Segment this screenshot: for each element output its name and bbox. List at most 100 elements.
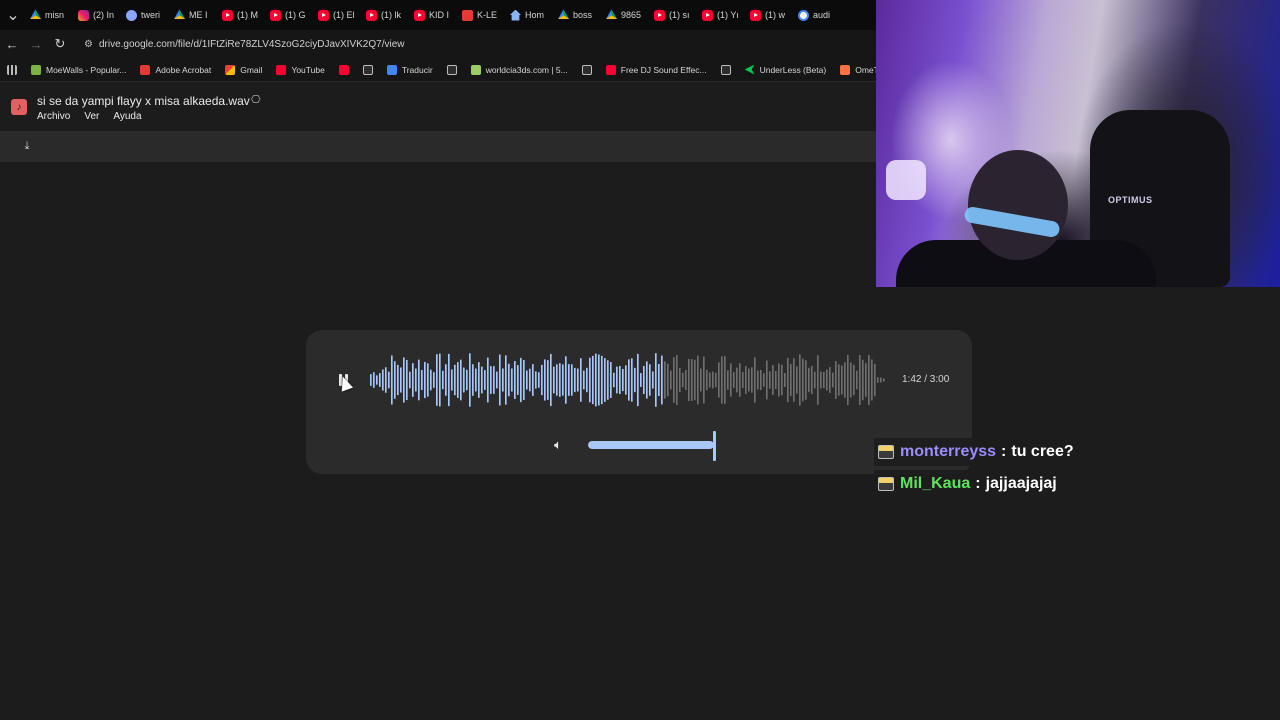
youtube-icon [276,64,287,75]
browser-tab[interactable]: misn [26,4,74,26]
bookmark-label: Adobe Acrobat [155,64,212,75]
waveform-bar [691,359,693,401]
waveform-bar [631,358,633,402]
browser-tab[interactable]: (1) w [746,4,794,26]
bookmark-label: YouTube [291,64,325,75]
browser-tab[interactable]: KID I [410,4,458,26]
waveform-bar [616,366,618,394]
waveform-bar [547,360,549,400]
bookmark-label: worldcia3ds.com | 5... [485,64,568,75]
audio-player: 1:42 / 3:00 🔈︎ [306,330,972,474]
tab-search-chevron-icon[interactable]: ⌄ [0,0,26,30]
menu-archivo[interactable]: Archivo [37,111,70,122]
instagram-icon [78,9,89,21]
waveform-bar [799,354,801,406]
waveform-bar [724,356,726,404]
waveform-bar [808,367,810,393]
waveform-bar [457,362,459,398]
menu-ver[interactable]: Ver [84,111,99,122]
waveform-bar [625,365,627,395]
shared-lock-icon[interactable]: ⎔ [251,93,261,106]
waveform-bar [814,371,816,389]
bookmark-item[interactable]: Adobe Acrobat [133,58,218,81]
browser-tab[interactable]: 9865 [602,4,650,26]
waveform-bar [862,359,864,401]
waveform-bar [613,372,615,388]
bookmark-item[interactable] [714,58,738,81]
waveform-bar [535,371,537,389]
waveform-bar [784,373,786,387]
browser-tab-label: K-LE [477,10,498,20]
gmail-icon [225,64,236,75]
browser-tab-label: (1) lk [381,10,401,20]
bookmark-item[interactable]: OmeTV Video Chat... [833,58,876,81]
browser-tab[interactable]: Hom [506,4,554,26]
bookmark-label: UnderLess (Beta) [759,64,827,75]
menu-ayuda[interactable]: Ayuda [113,111,141,122]
bookmark-item[interactable]: YouTube [269,58,331,81]
globe-icon [446,64,457,75]
browser-tab[interactable]: ME I [170,4,218,26]
youtube-icon [222,9,233,21]
waveform-bar [655,353,657,407]
waveform-bar [565,356,567,404]
waveform-bar [643,365,645,395]
browser-tab-label: misn [45,10,65,20]
browser-tab[interactable]: (1) lk [362,4,410,26]
drive-file-header: ♪ si se da yampi flayy x misa alkaeda.wa… [0,83,876,131]
waveform-bar [412,363,414,397]
bookmark-item[interactable] [332,58,356,81]
browser-tab[interactable]: audi [794,4,842,26]
volume-fill [588,441,714,449]
waveform-bar [448,353,450,407]
bookmark-item[interactable] [575,58,599,81]
bookmarks-bar: MoeWalls - Popular... Adobe Acrobat Gmail Y… [0,58,876,82]
browser-tab-label: boss [573,10,593,20]
forward-icon[interactable]: → [24,32,48,56]
waveform-bar [871,359,873,401]
audio-waveform-seekbar[interactable] [370,352,886,408]
bookmark-item[interactable]: Traducir [380,58,440,81]
waveform-bar [769,371,771,389]
reload-icon[interactable]: ↻ [48,32,72,56]
webcam-streamer-head [968,150,1068,260]
browser-tab[interactable]: K-LE [458,4,506,26]
stream-chat-overlay: monterreyss: tu cree? Mil_Kaua: jajjaajajaj [874,438,1268,502]
address-bar[interactable]: ⚙ drive.google.com/file/d/1IFtZiRe78ZLV4… [78,33,858,55]
waveform-bar [874,363,876,397]
volume-slider-thumb[interactable] [713,431,716,461]
download-icon[interactable]: ⤓ [20,139,34,153]
waveform-bar [520,357,522,403]
browser-tab[interactable]: (1) G [266,4,314,26]
chat-message-text: tu cree? [1011,443,1074,460]
bookmark-item[interactable] [356,58,380,81]
bookmark-item[interactable]: MoeWalls - Popular... [24,58,133,81]
browser-tab[interactable]: (2) In [74,4,122,26]
bookmark-item[interactable]: UnderLess (Beta) [738,58,834,81]
bookmark-item[interactable]: Free DJ Sound Effec... [599,58,714,81]
site-info-icon[interactable]: ⚙ [84,39,93,50]
waveform-bar [685,370,687,390]
apps-button[interactable] [0,58,24,81]
bookmark-item[interactable]: Gmail [218,58,269,81]
volume-icon[interactable]: 🔈︎ [550,437,566,453]
browser-tab[interactable]: (1) Yı [698,4,746,26]
back-icon[interactable]: ← [0,32,24,56]
browser-tab[interactable]: (1) sı [650,4,698,26]
youtube-icon [338,64,349,75]
browser-tab[interactable]: (1) M [218,4,266,26]
browser-tab[interactable]: boss [554,4,602,26]
waveform-bar [427,363,429,397]
waveform-bar [490,366,492,394]
waveform-bar [640,373,642,387]
underless-icon [744,64,755,75]
bookmark-label: MoeWalls - Popular... [46,64,127,75]
bookmark-item[interactable] [440,58,464,81]
waveform-bar [619,366,621,394]
browser-tab[interactable]: tweri [122,4,170,26]
waveform-bar [736,367,738,393]
translate-icon [386,64,397,75]
bookmark-item[interactable]: worldcia3ds.com | 5... [464,58,575,81]
volume-slider[interactable] [588,441,714,449]
browser-tab[interactable]: (1) El [314,4,362,26]
